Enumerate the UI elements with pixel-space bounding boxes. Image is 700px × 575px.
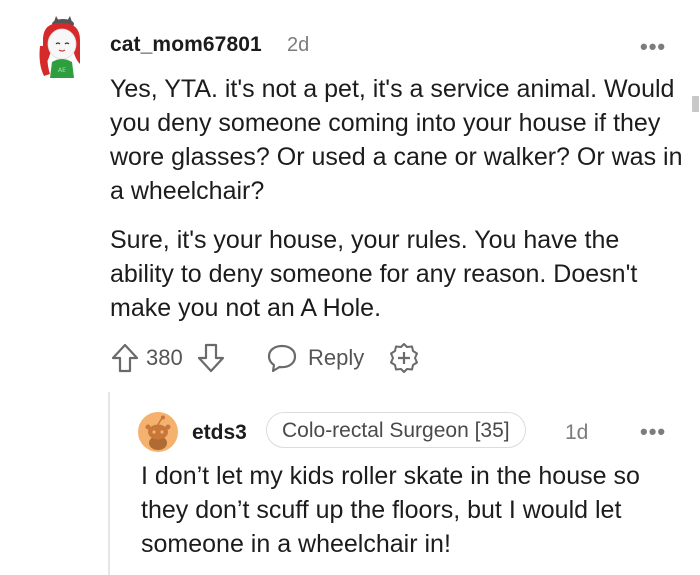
user-flair-badge: Colo-rectal Surgeon [35] xyxy=(266,412,526,448)
reply-author[interactable]: etds3 xyxy=(192,421,247,445)
user-avatar[interactable]: AE xyxy=(34,16,88,78)
speech-bubble-icon xyxy=(267,344,297,373)
reply-timestamp: 1d xyxy=(565,421,589,444)
scrollbar-thumb[interactable] xyxy=(692,96,699,112)
reply-paragraph: I don’t let my kids roller skate in the … xyxy=(141,462,640,558)
reply-body: I don’t let my kids roller skate in the … xyxy=(141,459,686,561)
reply-button[interactable]: Reply xyxy=(266,340,376,376)
vote-score: 380 xyxy=(146,345,183,370)
upvote-arrow-icon[interactable] xyxy=(110,342,140,374)
comment-action-bar: 380 Reply xyxy=(110,340,450,376)
award-plus-icon[interactable] xyxy=(388,342,420,374)
comment-paragraph: Yes, YTA. it's not a pet, it's a service… xyxy=(110,75,683,205)
more-dots-icon[interactable]: ••• xyxy=(640,419,666,445)
downvote-arrow-icon[interactable] xyxy=(196,342,226,374)
thread-line[interactable] xyxy=(108,392,110,575)
svg-text:AE: AE xyxy=(58,67,66,74)
comment-author[interactable]: cat_mom67801 xyxy=(110,33,262,57)
comment-paragraph: Sure, it's your house, your rules. You h… xyxy=(110,226,638,322)
user-avatar[interactable] xyxy=(138,412,178,452)
comment-body: Yes, YTA. it's not a pet, it's a service… xyxy=(110,72,685,340)
more-dots-icon[interactable]: ••• xyxy=(640,34,666,60)
comment-timestamp: 2d xyxy=(287,34,310,56)
reply-label: Reply xyxy=(308,345,365,370)
